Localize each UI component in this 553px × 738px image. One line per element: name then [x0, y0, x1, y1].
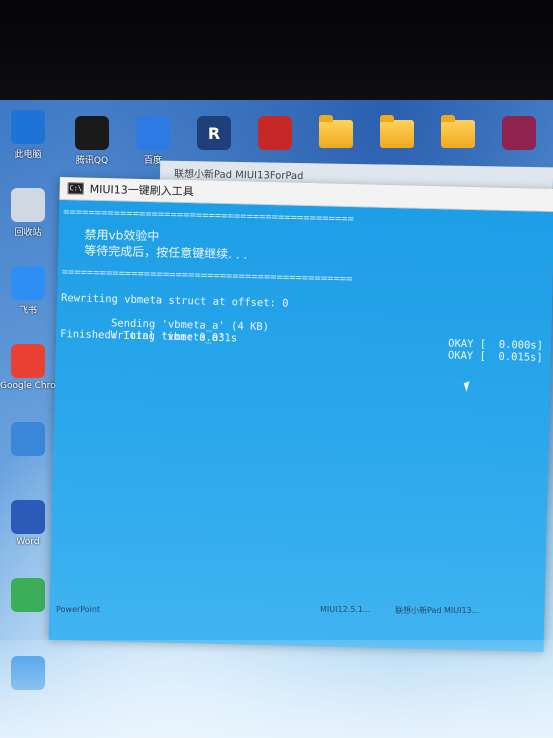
app-icon — [11, 422, 45, 456]
desktop-file-label[interactable]: 联想小新Pad MIUI13... — [395, 605, 479, 616]
winrar-icon — [502, 116, 536, 150]
revit-icon: R — [197, 116, 231, 150]
media-icon — [258, 116, 292, 150]
monitor-bezel — [0, 0, 553, 100]
mouse-cursor-icon — [463, 381, 473, 392]
shortcut-label: 飞书 — [18, 306, 37, 316]
bottom-desktop-area — [0, 640, 553, 738]
monitor-icon — [11, 110, 45, 144]
desktop: 此电脑回收站飞书 Google Chrome Word 腾讯QQ 百度 R 联想小新Pa… — [0, 100, 553, 738]
desktop-shortcut[interactable] — [0, 578, 56, 615]
desktop-shortcut[interactable]: 飞书 — [0, 266, 56, 316]
desktop-shortcut[interactable] — [247, 116, 303, 153]
desktop-shortcut[interactable]: Word — [0, 500, 56, 547]
qq-icon — [75, 116, 109, 150]
desktop-shortcut[interactable] — [369, 115, 425, 151]
word-icon — [11, 500, 45, 534]
shortcut-label: 此电脑 — [14, 150, 42, 160]
folder-icon — [380, 115, 414, 148]
shortcut-label: 腾讯QQ — [75, 156, 109, 166]
chrome-icon — [11, 344, 45, 378]
desktop-shortcut[interactable]: 回收站 — [0, 188, 56, 238]
desktop-shortcut[interactable]: R — [186, 116, 242, 153]
desktop-shortcut[interactable] — [430, 115, 486, 151]
console-title: MIUI13一键刷入工具 — [89, 182, 194, 199]
app-icon — [11, 578, 45, 612]
shortcut-label: Google Chrome — [0, 381, 56, 391]
desktop-shortcut[interactable] — [308, 115, 364, 151]
desktop-file-label[interactable]: PowerPoint — [56, 605, 100, 614]
desktop-shortcut[interactable]: 腾讯QQ — [64, 116, 120, 166]
shortcut-label: 回收站 — [14, 228, 42, 238]
folder-icon — [441, 115, 475, 148]
desktop-shortcut[interactable] — [0, 422, 56, 459]
cmd-icon: C:\ — [67, 182, 84, 195]
folder-icon — [319, 115, 353, 148]
recycle-bin-icon — [11, 188, 45, 222]
baidu-netdisk-icon — [136, 116, 170, 150]
console-window[interactable]: C:\ MIUI13一键刷入工具 =======================… — [48, 177, 553, 652]
shortcut-label: Word — [16, 537, 40, 547]
desktop-shortcut[interactable] — [491, 116, 547, 153]
okay-status: OKAY [ 0.015s] — [447, 349, 543, 364]
desktop-shortcut[interactable]: 百度 — [125, 116, 181, 166]
desktop-shortcut[interactable]: 此电脑 — [0, 110, 56, 160]
console-output[interactable]: ========================================… — [48, 199, 553, 652]
log-line: Writing 'vbmeta_a' — [110, 329, 225, 345]
desktop-shortcut[interactable]: Google Chrome — [0, 344, 56, 391]
feishu-icon — [11, 266, 45, 300]
desktop-file-label[interactable]: MIUI12.5.1... — [320, 605, 371, 614]
